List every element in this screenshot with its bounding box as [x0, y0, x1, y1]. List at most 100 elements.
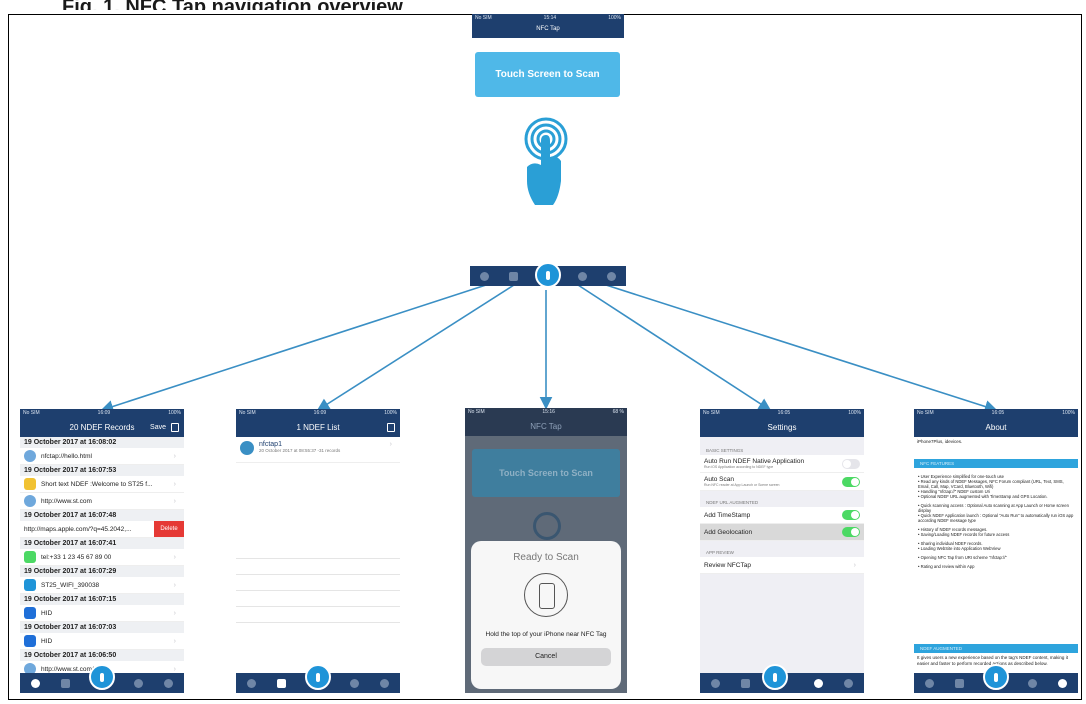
date-header: 19 October 2017 at 16:07:15 — [20, 594, 184, 605]
nfc-finger-icon — [994, 672, 998, 682]
safari-icon — [24, 495, 36, 507]
about-screen: No SIM 16:05 100% About iPhone7Plus, idevi… — [914, 409, 1078, 693]
auto-run-toggle[interactable] — [842, 458, 860, 469]
export-icon[interactable] — [171, 422, 179, 432]
record-text: ST25_WIFI_390038 — [41, 581, 100, 589]
tab-bookmarks[interactable] — [277, 678, 287, 688]
bookmark-subtitle: 20 October 2017 at 08:55:37 -31 records — [259, 448, 341, 453]
empty-rows — [236, 543, 400, 623]
feature-bullet: • Read any kinds of NDEF Messages, NFC F… — [918, 479, 1064, 489]
bookmark-icon — [955, 678, 965, 688]
history-record[interactable]: http://www.st.com › — [20, 493, 184, 510]
chevron-right-icon: › — [173, 452, 176, 460]
record-text: HID — [41, 609, 53, 617]
tab-settings[interactable] — [578, 271, 587, 281]
main-nav-title: NFC Tap — [536, 26, 560, 32]
tab-settings[interactable] — [349, 678, 359, 688]
feature-bullet: • Opening NFC Tap from URI scheme "nfcta… — [918, 555, 1007, 560]
history-icon — [710, 678, 720, 688]
figure: Fig. 1. NFC Tap navigation overview No S… — [0, 0, 1086, 704]
phone-icon — [24, 551, 36, 563]
tab-settings[interactable] — [813, 678, 823, 688]
gear-icon — [578, 271, 587, 281]
tab-about[interactable] — [380, 678, 390, 688]
auto-scan-label: Auto Scan — [704, 476, 734, 483]
cancel-button[interactable]: Cancel — [481, 648, 611, 666]
tab-history[interactable] — [30, 678, 40, 688]
date-header: 19 October 2017 at 16:08:02 — [20, 437, 184, 448]
bluetooth-icon — [24, 635, 36, 647]
nfc-finger-icon — [100, 672, 104, 682]
history-record[interactable]: nfctap://hello.html › — [20, 448, 184, 465]
tab-history[interactable] — [710, 678, 720, 688]
nfc-finger-icon — [316, 672, 320, 682]
save-button[interactable]: Save — [150, 424, 166, 431]
nfc-finger-icon — [546, 270, 550, 280]
scan-tab-button[interactable] — [89, 664, 115, 690]
history-record[interactable]: http://maps.apple.com/?q=45.2042,... Dele… — [20, 521, 184, 538]
wifi-icon — [24, 579, 36, 591]
settings-title: Settings — [767, 422, 797, 432]
history-icon — [246, 678, 256, 688]
figure-caption: Fig. 1. NFC Tap navigation overview — [62, 0, 403, 10]
tab-settings[interactable] — [1027, 678, 1037, 688]
feature-bullet: • Rating and review within App — [918, 564, 975, 569]
note-icon — [24, 478, 36, 490]
history-title: 20 NDEF Records — [69, 422, 135, 432]
gear-icon — [813, 678, 823, 688]
tab-bookmarks[interactable] — [741, 678, 751, 688]
auto-run-label: Auto Run NDEF Native Application — [704, 458, 805, 465]
tab-history[interactable] — [924, 678, 934, 688]
tab-history[interactable] — [480, 271, 489, 281]
auto-scan-toggle[interactable] — [842, 476, 860, 487]
scan-tab-button[interactable] — [305, 664, 331, 690]
date-header: 19 October 2017 at 16:07:29 — [20, 566, 184, 577]
history-record[interactable]: HID › — [20, 633, 184, 650]
scan-tab-button[interactable] — [762, 664, 788, 690]
history-icon — [924, 678, 934, 688]
tab-settings[interactable] — [133, 678, 143, 688]
nfc-tag-icon — [240, 441, 254, 455]
history-record[interactable]: ST25_WIFI_390038 › — [20, 577, 184, 594]
user-icon — [1058, 678, 1068, 688]
tab-bookmarks[interactable] — [61, 678, 71, 688]
user-icon — [380, 678, 390, 688]
history-record[interactable]: HID › — [20, 605, 184, 622]
tab-bookmarks[interactable] — [509, 271, 518, 281]
history-record[interactable]: tel:+33 1 23 45 67 89 00 › — [20, 549, 184, 566]
tab-about[interactable] — [1058, 678, 1068, 688]
delete-button[interactable]: Delete — [154, 521, 184, 537]
record-text: Short text NDEF :Welcome to ST25 f... — [41, 480, 153, 488]
date-header: 19 October 2017 at 16:07:03 — [20, 622, 184, 633]
export-icon[interactable] — [387, 422, 395, 432]
date-header: 19 October 2017 at 16:07:41 — [20, 538, 184, 549]
tab-history[interactable] — [246, 678, 256, 688]
gear-icon — [133, 678, 143, 688]
tab-about[interactable] — [164, 678, 174, 688]
tab-about[interactable] — [844, 678, 854, 688]
bookmark-item[interactable]: nfctap1 20 October 2017 at 08:55:37 -31 … — [236, 437, 400, 463]
scan-tab-button[interactable] — [983, 664, 1009, 690]
history-icon — [480, 271, 489, 281]
ready-to-scan-sheet: Ready to Scan Hold the top of your iPhon… — [471, 541, 621, 689]
bookmarks-screen: No SIM 16:09 100% 1 NDEF List nfctap1 20 O… — [236, 409, 400, 693]
chevron-right-icon: › — [853, 561, 856, 569]
tab-bookmarks[interactable] — [955, 678, 965, 688]
feature-bullet: • Quick scanning access : Optional Auto … — [918, 503, 1069, 513]
augmented-header: NDEF URL AUGMENTED — [706, 500, 759, 505]
tab-about[interactable] — [607, 271, 616, 281]
chevron-right-icon: › — [173, 665, 176, 673]
review-row[interactable]: Review NFCTap › — [700, 557, 864, 574]
feature-bullet: • Saving/Loading NDEF records for future… — [918, 532, 1010, 537]
bookmark-icon — [277, 678, 287, 688]
history-screen: No SIM 16:09 100% 20 NDEF Records Save 19 … — [20, 409, 184, 693]
touch-screen-to-scan-button[interactable]: Touch Screen to Scan — [475, 52, 620, 97]
history-list: 19 October 2017 at 16:08:02 nfctap://hell… — [20, 437, 184, 678]
scan-tab-button[interactable] — [535, 262, 561, 288]
timestamp-toggle[interactable] — [842, 510, 860, 520]
geolocation-toggle[interactable] — [842, 527, 860, 537]
date-header: 19 October 2017 at 16:07:48 — [20, 510, 184, 521]
history-record[interactable]: Short text NDEF :Welcome to ST25 f... › — [20, 476, 184, 493]
record-text: http://maps.apple.com/?q=45.2042,... — [24, 525, 132, 533]
chevron-right-icon: › — [173, 609, 176, 617]
